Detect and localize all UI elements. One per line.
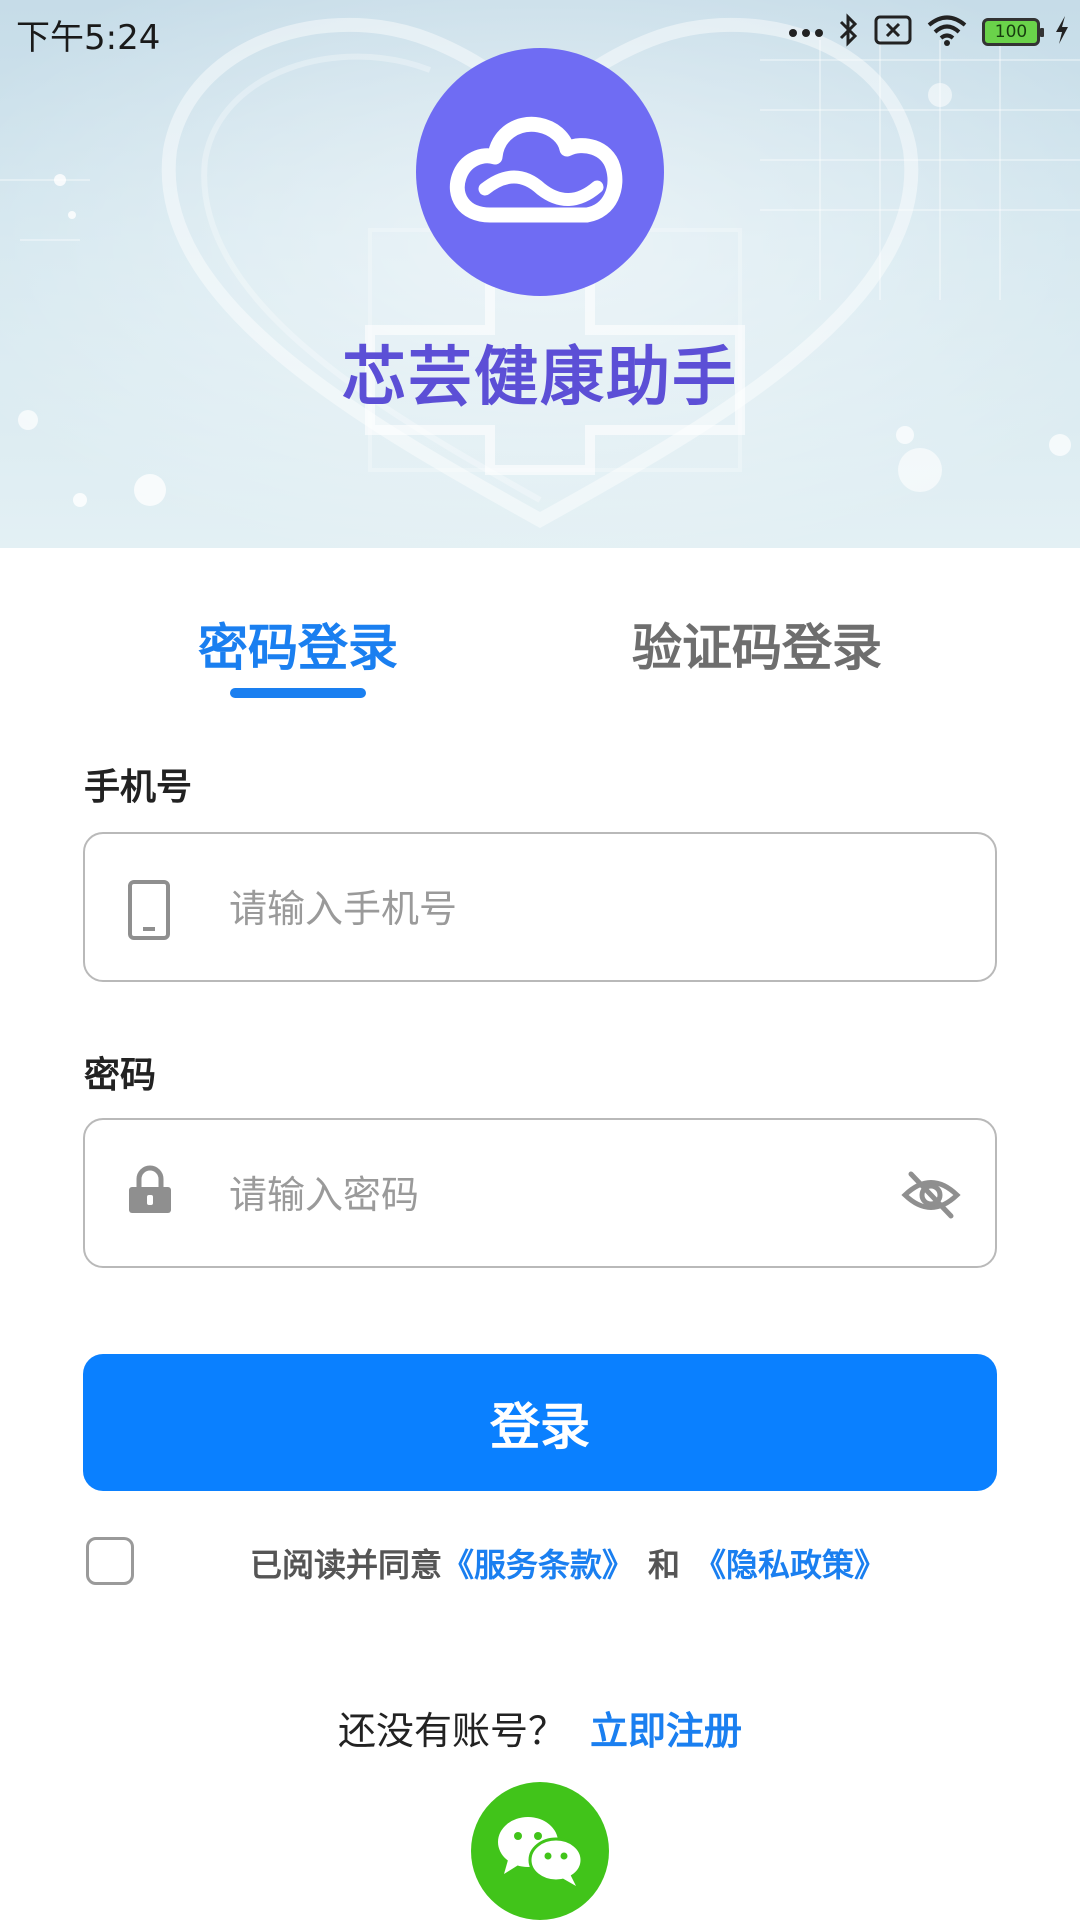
app-logo (416, 48, 664, 296)
lock-icon (127, 1165, 173, 1219)
more-dots-icon (788, 23, 824, 42)
phone-icon (127, 879, 171, 945)
eye-off-icon[interactable] (901, 1168, 961, 1226)
battery-icon: 100 (982, 18, 1044, 46)
register-prompt: 还没有账号？ (337, 1709, 566, 1753)
password-input[interactable] (229, 1160, 849, 1230)
wifi-icon (926, 14, 968, 50)
agreement-checkbox[interactable] (86, 1537, 134, 1585)
phone-label: 手机号 (84, 767, 193, 808)
agreement-text: 已阅读并同意 《服务条款》 和 《隐私政策》 (250, 1538, 886, 1588)
register-row: 还没有账号？ 立即注册 (0, 1700, 1080, 1755)
app-title: 芯芸健康助手 (342, 341, 738, 415)
agreement-conjunction: 和 (648, 1546, 681, 1584)
phone-field[interactable] (83, 832, 997, 982)
phone-input[interactable] (229, 874, 849, 944)
status-icons: 100 (788, 12, 1070, 52)
terms-of-service-link[interactable]: 《服务条款》 (442, 1540, 634, 1586)
agreement-prefix: 已阅读并同意 (250, 1546, 443, 1584)
charging-icon (1054, 15, 1070, 49)
wechat-login-button[interactable] (471, 1782, 609, 1920)
status-time: 下午5:24 (16, 18, 161, 58)
password-field[interactable] (83, 1118, 997, 1268)
bluetooth-icon (838, 13, 860, 51)
wechat-icon (498, 1817, 584, 1886)
password-label: 密码 (84, 1055, 157, 1096)
tab-code-login[interactable]: 验证码登录 (632, 608, 882, 680)
privacy-policy-link[interactable]: 《隐私政策》 (694, 1540, 886, 1586)
login-button[interactable]: 登录 (83, 1354, 997, 1491)
header-banner: 下午5:24 100 芯芸健康助手 (0, 0, 1080, 548)
register-link[interactable]: 立即注册 (590, 1709, 742, 1753)
cloud-logo-icon (449, 116, 623, 223)
active-tab-indicator (230, 688, 366, 698)
tab-password-login[interactable]: 密码登录 (198, 608, 398, 680)
no-sim-icon (874, 15, 912, 49)
